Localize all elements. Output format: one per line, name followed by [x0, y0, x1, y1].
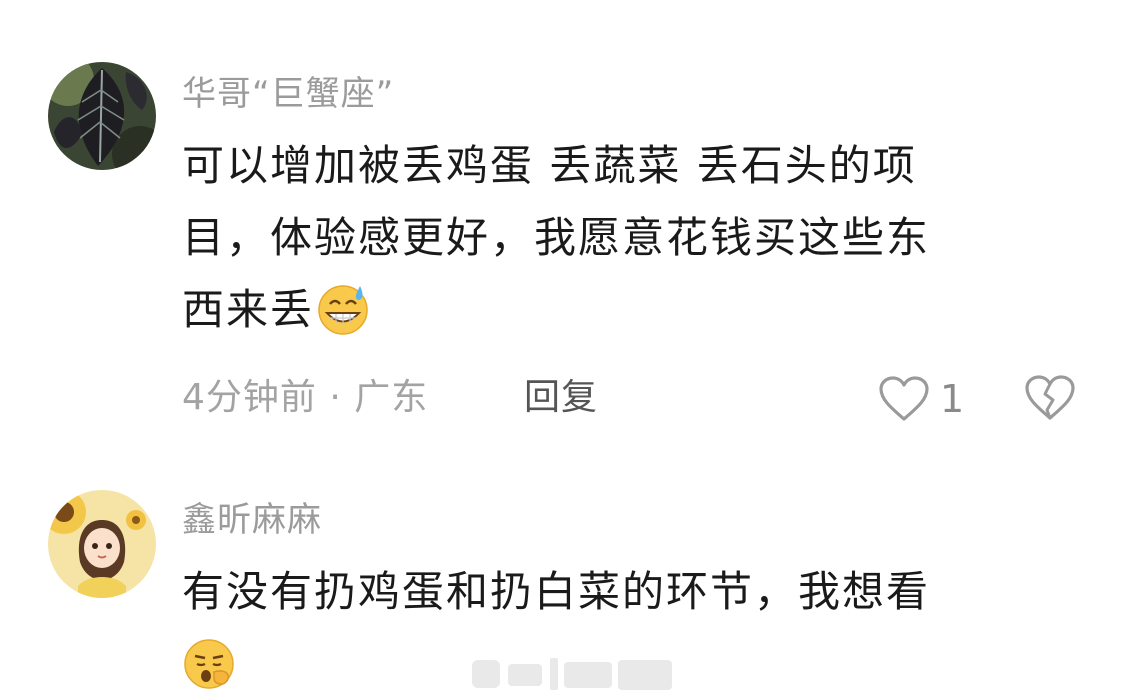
watermark — [468, 652, 678, 696]
dislike-button[interactable] — [1024, 374, 1076, 424]
comment-text-line: 可以增加被丢鸡蛋 丢蔬菜 丢石头的项 — [182, 141, 917, 190]
avatar[interactable] — [48, 62, 156, 170]
weibo-watermark — [472, 658, 672, 690]
like-button[interactable]: 1 — [878, 374, 964, 424]
heart-outline-icon — [879, 376, 929, 421]
comment-text-line: 西来丢 — [182, 274, 1062, 346]
reply-button[interactable]: 回复 — [524, 374, 598, 422]
meta-separator: · — [316, 377, 355, 418]
comment-text: 可以增加被丢鸡蛋 丢蔬菜 丢石头的项 目，体验感更好，我愿意花钱买这些东 西来丢 — [182, 130, 1062, 346]
girl-with-sunflower-avatar — [48, 490, 156, 598]
dark-plant-leaf-avatar — [48, 62, 156, 170]
comment-location: 广东 — [354, 377, 429, 418]
broken-heart-icon — [1025, 375, 1075, 420]
avatar[interactable] — [48, 490, 156, 598]
like-count: 1 — [940, 377, 965, 421]
comment-text-line: 目，体验感更好，我愿意花钱买这些东 — [182, 213, 931, 262]
comment-time: 4分钟前 — [182, 377, 317, 418]
comment-text-line: 有没有扔鸡蛋和扔白菜的环节，我想看 — [182, 567, 931, 616]
grinning-sweat-emoji — [318, 285, 368, 335]
comment-meta: 4分钟前 · 广东 回复 — [182, 374, 597, 422]
username[interactable]: 华哥“巨蟹座” — [182, 74, 394, 114]
username[interactable]: 鑫昕麻麻 — [182, 500, 322, 540]
yawning-emoji — [184, 639, 234, 689]
